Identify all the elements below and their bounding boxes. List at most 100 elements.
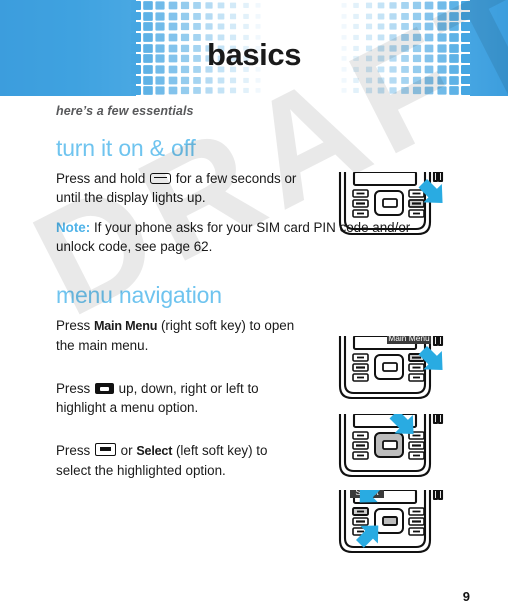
header-dot: [168, 86, 177, 95]
header-dot: [377, 77, 385, 83]
header-dot: [424, 86, 434, 95]
header-dot: [217, 87, 225, 94]
paragraph-open-main-menu-text-1: Press: [56, 318, 94, 334]
header-dot: [436, 12, 447, 20]
header-dot: [413, 12, 422, 20]
header-dot: [267, 78, 273, 82]
header-dot: [143, 22, 154, 31]
figure-power-key: [334, 172, 454, 244]
header-dot: [255, 77, 261, 83]
header-dot: [401, 23, 409, 30]
header-dot: [389, 2, 397, 9]
header-dot: [255, 3, 261, 8]
header-dot: [205, 76, 213, 84]
header-dot: [155, 76, 166, 84]
header-dot: [365, 24, 372, 30]
header-dot: [424, 1, 434, 10]
header-dot: [401, 87, 409, 94]
header-dot: [267, 88, 273, 93]
header-dot: [460, 22, 471, 31]
header-dot: [401, 12, 409, 20]
header-dot: [353, 88, 360, 94]
header-dot: [255, 24, 261, 29]
paragraph-select-option: Press or Select (left soft key) to selec…: [56, 441, 300, 480]
header-dot: [255, 88, 261, 93]
header-dot: [205, 23, 213, 30]
header-dot: [424, 12, 434, 20]
header-dot: [460, 86, 471, 95]
header-dot: [242, 13, 249, 19]
figure-power-key-keypad: [352, 189, 425, 218]
header-dot: [230, 2, 237, 8]
header-dot: [180, 23, 189, 31]
header-dot: [413, 1, 422, 9]
manual-page: basics here’s a few essentials turn it o…: [0, 0, 508, 616]
header-dot: [389, 87, 397, 94]
header-dot: [217, 2, 225, 9]
header-dot: [205, 2, 213, 9]
header-dot: [267, 24, 273, 29]
header-dot: [448, 11, 459, 21]
header-dot: [389, 76, 397, 84]
header-dot: [131, 11, 142, 21]
header-dot: [155, 22, 166, 31]
header-dot: [242, 24, 249, 30]
header-dot: [413, 23, 422, 31]
header-dot: [143, 86, 154, 95]
figure-select-key-keypad: [352, 507, 425, 536]
header-dot: [353, 2, 360, 8]
header-dot: [230, 77, 237, 83]
header-dot: [341, 13, 347, 19]
section-heading-turn-on-off: turn it on & off: [56, 135, 196, 161]
softkey-label-select: Select: [136, 444, 173, 459]
softkey-label-main-menu: Main Menu: [93, 319, 158, 334]
header-dot: [168, 22, 177, 31]
header-dot: [401, 1, 409, 9]
header-dot: [329, 24, 335, 29]
paragraph-power-on: Press and hold for a few seconds or unti…: [56, 169, 300, 207]
header-dot: [193, 1, 201, 9]
header-dot: [131, 75, 142, 85]
figure-nav-pad: [334, 414, 454, 486]
paragraph-highlight-option-text-1: Press: [56, 381, 94, 397]
page-title: basics: [206, 37, 302, 72]
header-dot: [460, 11, 471, 21]
header-dot: [131, 1, 142, 10]
header-dot: [329, 3, 335, 8]
header-dot: [460, 75, 471, 85]
paragraph-select-option-text-1: Press: [56, 443, 94, 459]
power-key-icon: [150, 173, 172, 185]
figure-nav-pad-keypad: [352, 431, 425, 460]
header-dot: [255, 13, 261, 19]
header-dot: [180, 76, 189, 84]
header-dot: [389, 12, 397, 20]
onscreen-softkey-label-main-menu: Main Menu: [388, 336, 430, 343]
header-dot: [436, 1, 447, 10]
header-dot: [448, 75, 459, 85]
header-dot: [193, 76, 201, 84]
header-dot: [131, 86, 142, 95]
header-dot: [448, 22, 459, 31]
header-dot: [242, 88, 249, 94]
header-dot: [341, 24, 347, 29]
header-dot: [389, 23, 397, 30]
figure-select-key: Select: [334, 490, 454, 562]
header-dot: [377, 23, 385, 30]
header-dot: [353, 13, 360, 19]
header-dot: [143, 11, 154, 21]
chapter-subtitle: here’s a few essentials: [56, 104, 194, 118]
figure-main-menu-keypad: [352, 353, 425, 382]
header-dot: [377, 2, 385, 9]
header-dot: [180, 87, 189, 95]
header-dot: [180, 12, 189, 20]
header-dot: [353, 24, 360, 30]
header-dot: [155, 1, 166, 10]
page-number: 9: [462, 589, 470, 604]
header-dot: [365, 2, 372, 8]
header-dot: [155, 12, 166, 20]
header-dot: [180, 1, 189, 9]
nav-key-icon: [94, 383, 114, 395]
header-dot: [329, 14, 335, 18]
header-dot: [436, 86, 447, 95]
header-dot: [341, 3, 347, 8]
